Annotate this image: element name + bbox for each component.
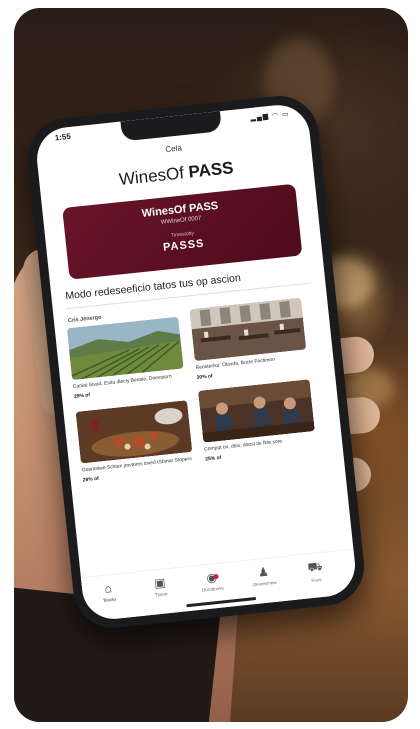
person-icon: ♟ <box>257 564 270 580</box>
offer-card[interactable]: Reosterlsu: Olavda, Bucle Foctimon 30% o… <box>189 297 308 381</box>
section-title: Cris Jenergo <box>67 314 102 325</box>
phone-screen: 1:55 ▂▄▆ ◠ ▭ Cela WinesOf PASS WinesOf P… <box>33 102 359 622</box>
brand-bold: PASS <box>187 158 235 182</box>
smartphone: 1:55 ▂▄▆ ◠ ▭ Cela WinesOf PASS WinesOf P… <box>24 92 368 632</box>
offer-card[interactable]: Caoiat Stvad, Esitu dlecly Beoale, Doest… <box>66 316 186 400</box>
pass-card[interactable]: WinesOf PASS WWineOf 0007 Timestotty PAS… <box>62 183 303 280</box>
tab-profile[interactable]: ♟ Oexresmew <box>237 562 291 588</box>
tab-label: Oexresmew <box>252 579 277 588</box>
photo-background: 1:55 ▂▄▆ ◠ ▭ Cela WinesOf PASS WinesOf P… <box>14 8 408 722</box>
food-wine-image <box>75 400 193 464</box>
tab-label: Tooolo <box>102 596 117 604</box>
status-icons: ▂▄▆ ◠ ▭ <box>250 110 290 122</box>
restaurant-image <box>189 297 307 362</box>
tab-wallet[interactable]: ▣ Tloem <box>133 573 187 599</box>
home-icon: ⌂ <box>103 581 113 596</box>
tab-discover[interactable]: ◉ Ouruttoove <box>185 568 239 594</box>
status-time: 1:55 <box>54 131 72 143</box>
offer-card[interactable]: Compqt ox, dbis, doost tie fkte sore 25%… <box>198 379 317 463</box>
vineyard-image <box>66 316 184 381</box>
cart-icon: ⛟ <box>306 558 324 575</box>
tab-label: Tloem <box>154 591 168 598</box>
tab-bar: ⌂ Tooolo ▣ Tloem ◉ Ouruttoove ♟ Oexresme… <box>80 548 359 622</box>
tab-home[interactable]: ⌂ Tooolo <box>82 579 136 605</box>
home-indicator <box>186 597 257 608</box>
brand-prefix: WinesOf <box>118 162 190 189</box>
offer-grid: Caoiat Stvad, Esitu dlecly Beoale, Doest… <box>66 297 316 483</box>
offer-card[interactable]: Goanoltwo Schtan jrovtoms ioved tSbmar S… <box>75 400 195 483</box>
tab-cart[interactable]: ⛟ Foos <box>288 557 342 585</box>
tab-label: Ouruttoove <box>201 585 225 593</box>
people-tasting-image <box>198 379 315 443</box>
discover-icon: ◉ <box>205 570 218 586</box>
tab-label: Foos <box>311 577 322 584</box>
wallet-icon: ▣ <box>153 575 167 591</box>
